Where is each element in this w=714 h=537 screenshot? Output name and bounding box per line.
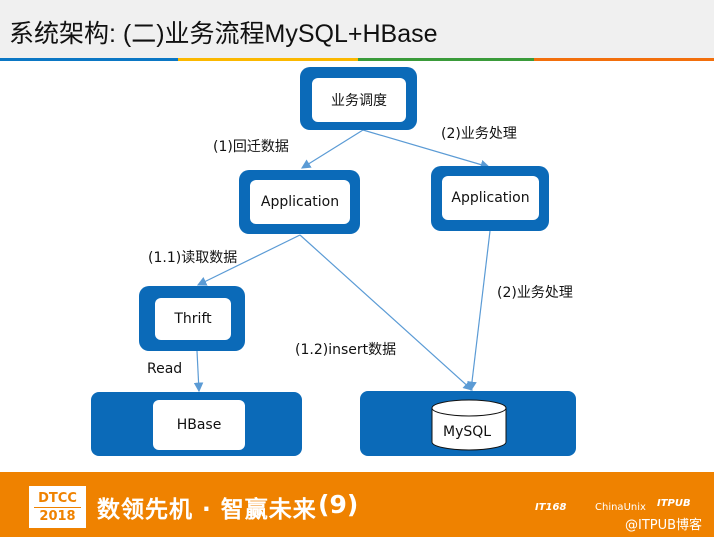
edge-label-read: Read — [147, 361, 183, 377]
edition-number: 9 — [329, 490, 347, 519]
credit-text: @ITPUB博客 — [625, 518, 703, 533]
edge-label-read-data: (1.1)读取数据 — [148, 250, 238, 266]
edge-app-right-mysql — [467, 230, 491, 392]
dtcc-logo: DTCC 2018 — [29, 486, 86, 528]
sponsor-chinaunix: ChinaUnix — [595, 502, 646, 513]
thrift-label: Thrift — [155, 298, 231, 340]
hbase-label: HBase — [153, 400, 245, 450]
app-right-label: Application — [442, 176, 539, 220]
edge-label-back-migrate: (1)回迁数据 — [213, 139, 289, 155]
edge-app-mysql — [299, 234, 473, 391]
footer-banner: DTCC 2018 数领先机 · 智赢未来 (9) IT168 ChinaUni… — [0, 472, 714, 537]
edition-badge: (9) — [318, 490, 359, 519]
edge-scheduler-app-left — [300, 129, 364, 169]
edge-label-insert-data: (1.2)insert数据 — [295, 342, 397, 358]
edge-label-business-right: (2)业务处理 — [497, 285, 573, 301]
edge-label-business-top: (2)业务处理 — [441, 126, 517, 142]
edge-thrift-hbase — [193, 350, 204, 393]
mysql-label: MySQL — [443, 424, 492, 440]
sponsor-it168: IT168 — [535, 502, 567, 513]
scheduler-label: 业务调度 — [312, 78, 406, 122]
slogan: 数领先机 · 智赢未来 — [97, 497, 317, 523]
app-left-label: Application — [250, 180, 350, 224]
sponsor-itpub: ITPUB — [657, 498, 691, 509]
logo-year: 2018 — [34, 507, 81, 525]
logo-text: DTCC — [38, 491, 77, 506]
